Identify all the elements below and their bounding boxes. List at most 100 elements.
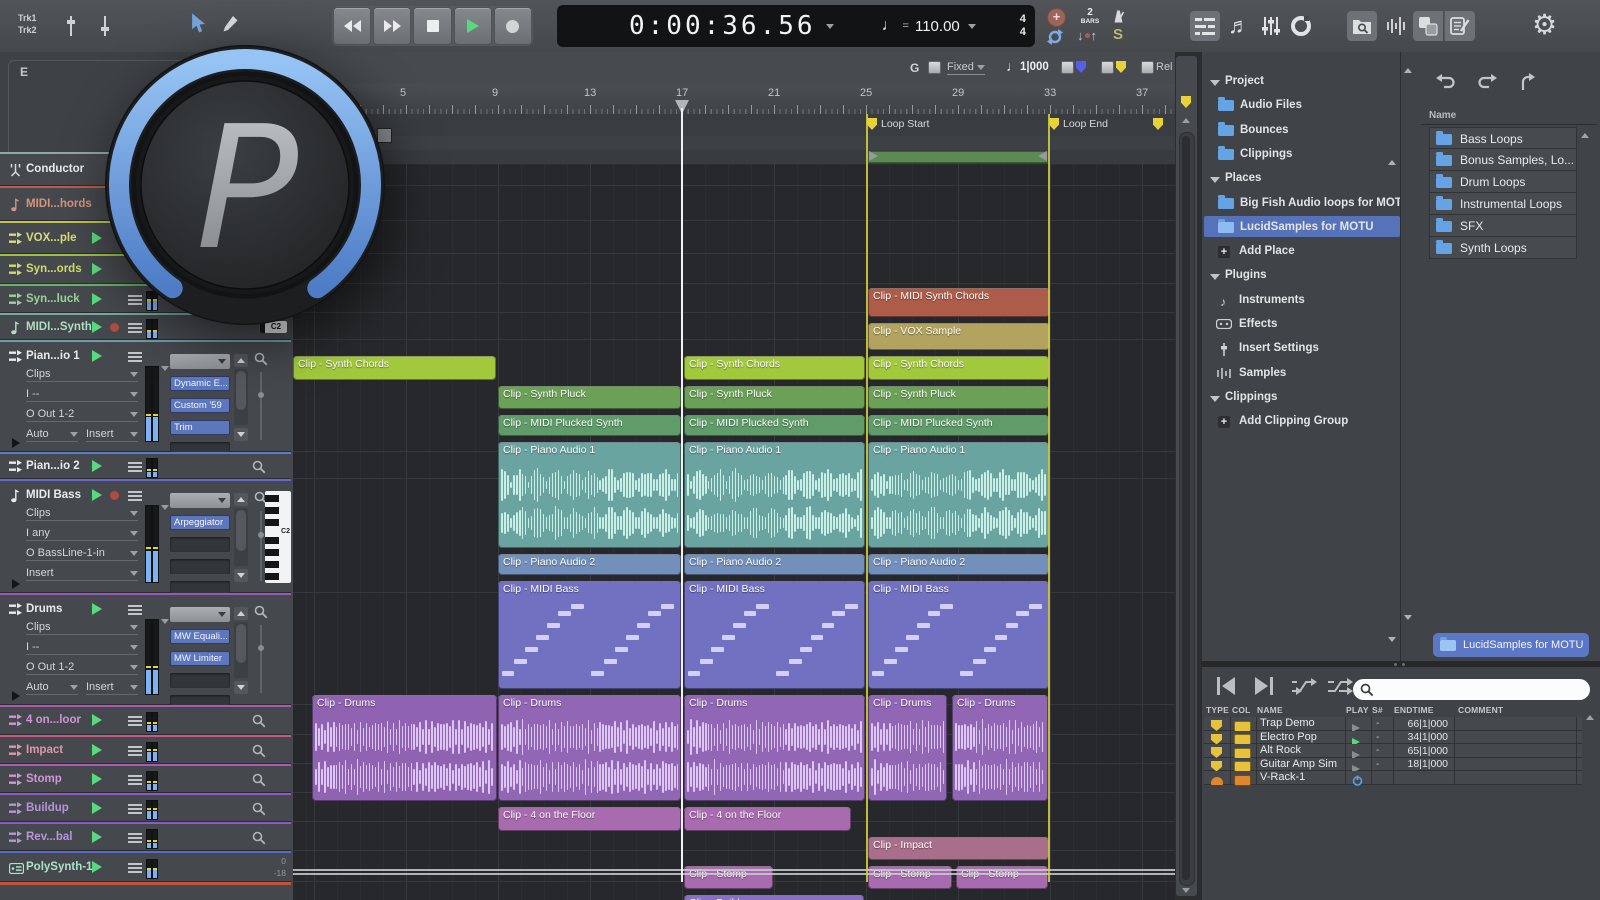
clip-clip-piano-audio-2[interactable]: Clip - Piano Audio 2 — [498, 554, 681, 575]
slot-scrollbar[interactable] — [234, 369, 248, 425]
track-play-button[interactable] — [92, 861, 102, 873]
clip-clip-drums[interactable]: Clip - Drums — [312, 695, 497, 801]
meter-options-caret-icon[interactable] — [161, 366, 169, 371]
track-stomp[interactable]: Stomp — [0, 764, 291, 793]
waveform-editor-icon[interactable] — [1381, 11, 1411, 41]
playhead-line[interactable] — [681, 108, 683, 882]
track-name[interactable]: Drums — [26, 603, 62, 615]
track-play-button[interactable] — [92, 744, 102, 756]
clip-clip-midi-bass[interactable]: Clip - MIDI Bass — [498, 581, 681, 689]
track-play-button[interactable] — [92, 603, 102, 615]
track-pair-label[interactable]: Trk1 Trk2 — [18, 12, 37, 36]
loop-start-flag-icon[interactable] — [867, 118, 877, 130]
insert-select-dropdown[interactable] — [170, 493, 230, 508]
scroll-up-icon[interactable] — [1182, 118, 1190, 123]
snap-mode-dropdown[interactable]: Fixed — [947, 61, 985, 75]
tree-item-clippings[interactable]: Clippings — [1202, 389, 1400, 410]
track-pian-io-2[interactable]: Pian...io 2 — [0, 452, 291, 479]
insert-empty-slot[interactable] — [170, 559, 230, 574]
column-header-endtime[interactable]: ENDTIME — [1394, 705, 1434, 715]
time-signature[interactable]: 4 4 — [1020, 13, 1026, 38]
slot-scroll-thumb[interactable] — [236, 371, 246, 410]
track-dropdown-insert[interactable]: Insert — [86, 681, 138, 695]
slot-scroll-down[interactable] — [234, 681, 248, 694]
track-menu-icon[interactable] — [128, 746, 142, 759]
clip-clip-synth-pluck[interactable]: Clip - Synth Pluck — [868, 386, 1049, 409]
nav-forward-icon[interactable] — [1476, 74, 1498, 97]
tree-item-effects[interactable]: Effects — [1202, 316, 1400, 337]
clip-clip-piano-audio-1[interactable]: Clip - Piano Audio 1 — [498, 442, 681, 548]
mixer-view-icon[interactable] — [1256, 11, 1286, 41]
edge-marker-flag-icon[interactable] — [1153, 118, 1163, 130]
track-play-button[interactable] — [92, 460, 102, 472]
table-scroll-up-icon[interactable] — [1586, 715, 1594, 720]
marker-row[interactable]: Loop Start Loop End — [293, 114, 1175, 137]
clip-clip-piano-audio-2[interactable]: Clip - Piano Audio 2 — [868, 554, 1049, 575]
track-menu-icon[interactable] — [128, 833, 142, 846]
track-menu-icon[interactable] — [128, 352, 142, 365]
track-expand-arrow-icon[interactable] — [12, 691, 20, 701]
column-header-play[interactable]: PLAY — [1346, 705, 1369, 715]
clip-clip-synth-pluck[interactable]: Clip - Synth Pluck — [684, 386, 865, 409]
slot-scrollbar[interactable] — [234, 508, 248, 566]
loop-end-flag-icon[interactable] — [1049, 118, 1059, 130]
track-name[interactable]: Impact — [26, 744, 63, 756]
tree-item-big-fish-audio-loops-for-motu[interactable]: Big Fish Audio loops for MOTU — [1202, 195, 1400, 216]
tree-item-lucidsamples-for-motu[interactable]: LucidSamples for MOTU — [1202, 219, 1400, 240]
edit-mode-label[interactable]: E — [20, 65, 28, 79]
tempo-value[interactable]: 110.00 — [915, 18, 960, 35]
track-rev-bal[interactable]: Rev...bal — [0, 822, 291, 851]
track-fader-dot[interactable] — [258, 392, 264, 398]
record-button[interactable] — [494, 7, 532, 45]
track-dropdown-i-any[interactable]: I any — [26, 527, 138, 541]
track-play-button[interactable] — [92, 831, 102, 843]
insert-effect-custom-59[interactable]: Custom '59 — [170, 398, 230, 413]
tree-item-add-place[interactable]: +Add Place — [1202, 243, 1400, 264]
track-menu-icon[interactable] — [128, 863, 142, 876]
clip-clip-synth-chords[interactable]: Clip - Synth Chords — [684, 356, 865, 380]
column-header-comment[interactable]: COMMENT — [1458, 705, 1503, 715]
name-column-header[interactable]: Name — [1429, 110, 1456, 121]
yellow-marker-checkbox[interactable] — [1101, 61, 1114, 74]
insert-effect-mw-equali[interactable]: MW Equali... — [170, 629, 230, 644]
column-header-name[interactable]: NAME — [1257, 705, 1283, 715]
track-dropdown-clips[interactable]: Clips — [26, 368, 138, 382]
track-dropdown-clips[interactable]: Clips — [26, 621, 138, 635]
clip-clip-synth-pluck[interactable]: Clip - Synth Pluck — [498, 386, 681, 409]
timeline-vscrollbar[interactable] — [1179, 132, 1195, 886]
browser-scroll-up-icon[interactable] — [1404, 68, 1412, 73]
track-name[interactable]: MIDI...Synth — [26, 321, 92, 333]
track-drums[interactable]: DrumsClipsI --O Out 1-2AutoInsertMW Equa… — [0, 593, 291, 705]
automation-line-1[interactable] — [293, 869, 1175, 871]
insert-empty-slot[interactable] — [170, 442, 230, 452]
solo-button[interactable]: S — [1113, 26, 1123, 43]
track-name[interactable]: Pian...io 2 — [26, 460, 80, 472]
track-play-button[interactable] — [92, 350, 102, 362]
clip-clip-4-on-the-floor[interactable]: Clip - 4 on the Floor — [684, 807, 851, 831]
track-4-on-loor[interactable]: 4 on...loor — [0, 705, 291, 735]
add-marker-button[interactable]: + — [1047, 8, 1066, 27]
track-play-button[interactable] — [92, 714, 102, 726]
clip-clip-4-on-the-floor[interactable]: Clip - 4 on the Floor — [498, 807, 681, 831]
track-polysynth-1[interactable]: PolySynth-10-18 — [0, 851, 291, 882]
track-fader[interactable] — [260, 625, 262, 693]
clip-clip-drums[interactable]: Clip - Drums — [868, 695, 947, 801]
track-fader-dot[interactable] — [258, 532, 264, 538]
slot-scroll-thumb[interactable] — [236, 624, 246, 663]
clip-clip-drums[interactable]: Clip - Drums — [498, 695, 681, 801]
settings-gear-icon[interactable]: ⚙ — [1532, 8, 1557, 41]
punch-in-out-icon[interactable]: ↓↑ — [1077, 28, 1097, 43]
meter-options-caret-icon[interactable] — [161, 619, 169, 624]
clip-clip-drums[interactable]: Clip - Drums — [684, 695, 865, 801]
tree-scroll-down-icon[interactable] — [1388, 637, 1396, 642]
clip-clip-midi-plucked-synth[interactable]: Clip - MIDI Plucked Synth — [498, 415, 681, 436]
track-dropdown-o-out-1-2[interactable]: O Out 1-2 — [26, 408, 138, 422]
track-name[interactable]: VOX...ple — [26, 232, 77, 244]
tree-item-instruments[interactable]: ♪Instruments — [1202, 292, 1400, 313]
track-menu-icon[interactable] — [128, 462, 142, 475]
ring-view-icon[interactable] — [1286, 11, 1316, 41]
content-browser-icon[interactable] — [1347, 11, 1377, 41]
rel-checkbox[interactable] — [1141, 61, 1154, 74]
slot-scrollbar[interactable] — [234, 622, 248, 678]
clip-clip-piano-audio-1[interactable]: Clip - Piano Audio 1 — [868, 442, 1049, 548]
